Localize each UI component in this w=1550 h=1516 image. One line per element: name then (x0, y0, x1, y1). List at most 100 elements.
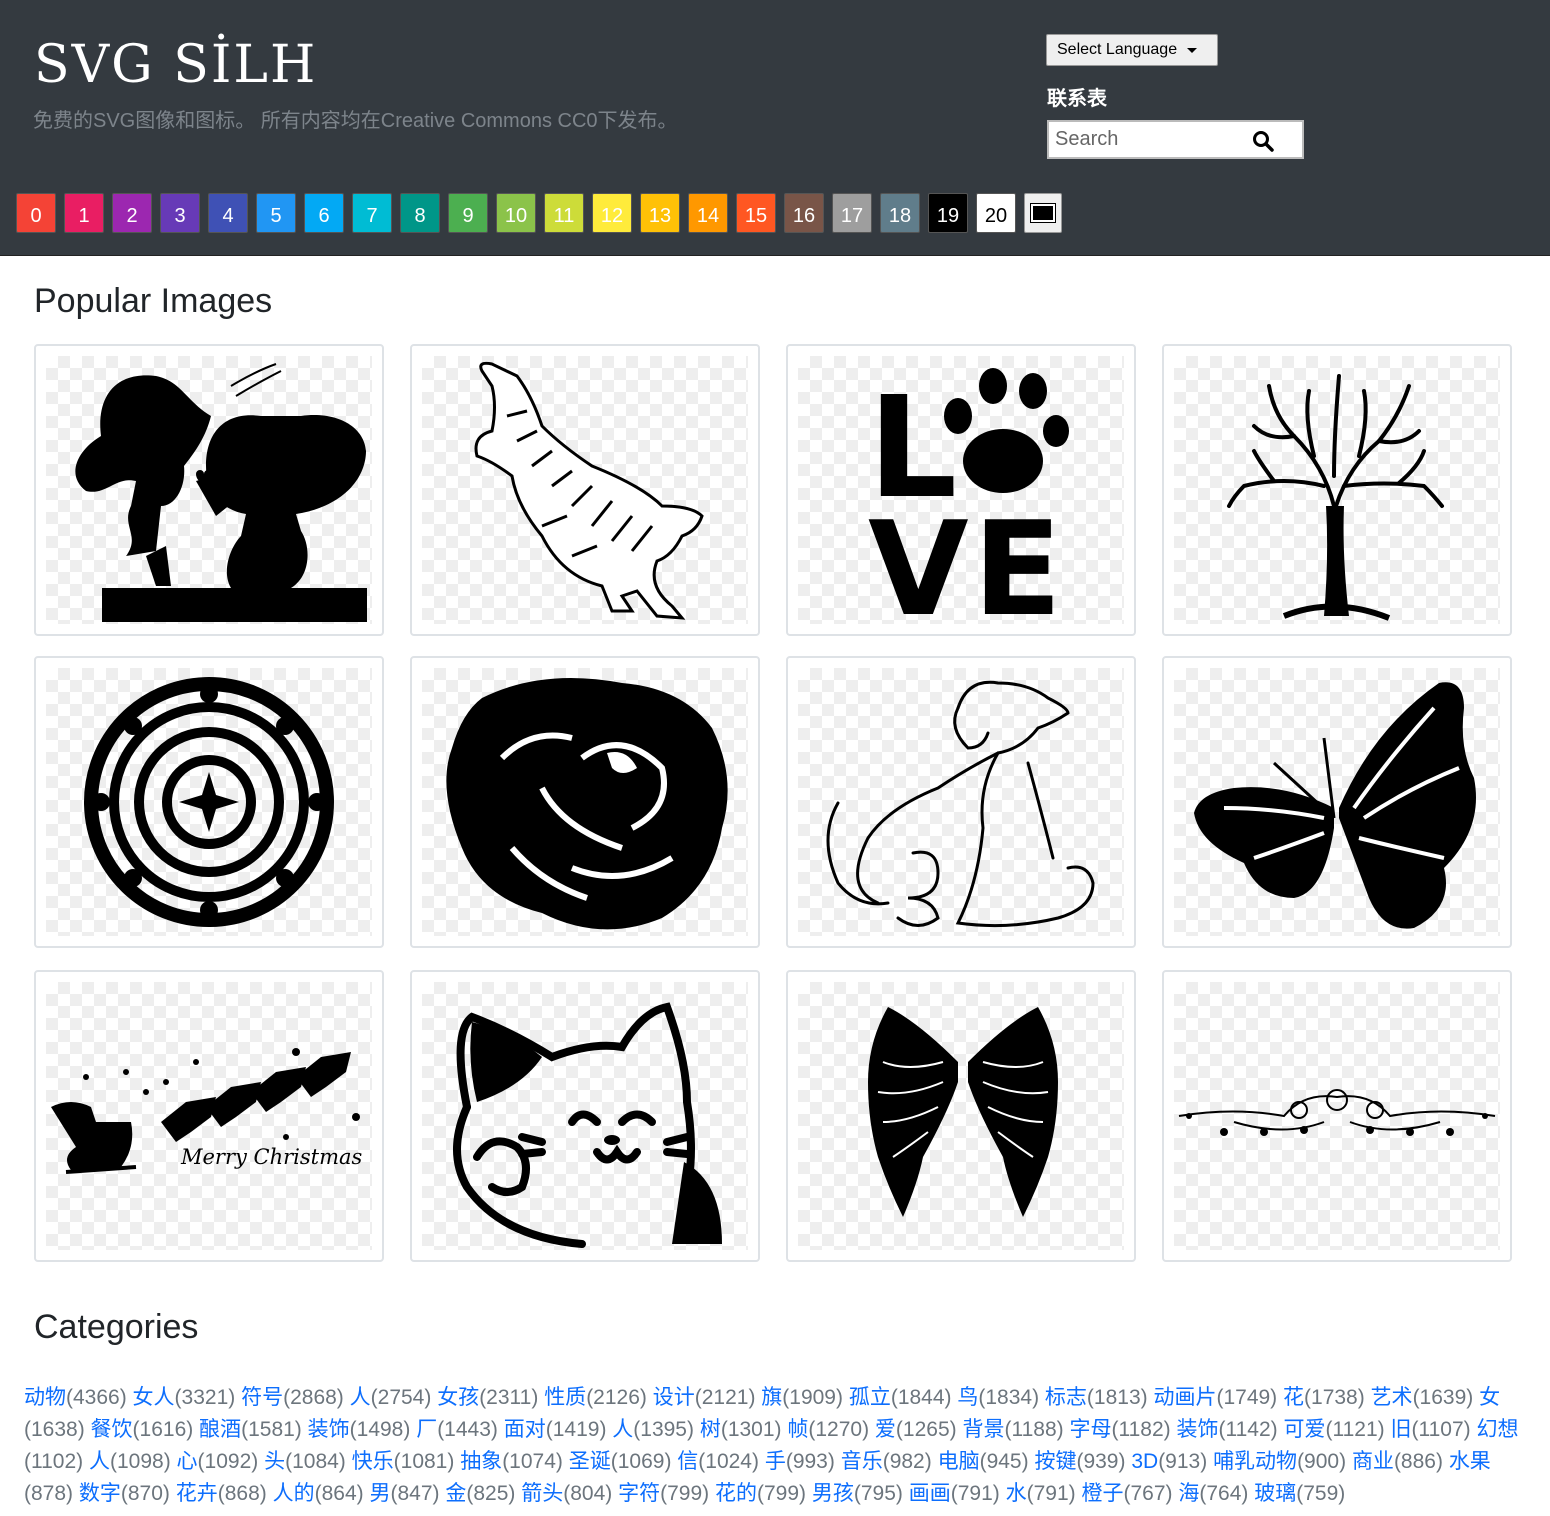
category-link[interactable]: 心 (177, 1450, 198, 1473)
category-link[interactable]: 按键 (1034, 1450, 1076, 1473)
category-link[interactable]: 符号 (241, 1386, 283, 1409)
category-link[interactable]: 男孩 (812, 1482, 854, 1505)
category-link[interactable]: 水 (1006, 1482, 1027, 1505)
category-link[interactable]: 人 (612, 1418, 633, 1441)
category-link[interactable]: 电脑 (938, 1450, 980, 1473)
category-link[interactable]: 字符 (618, 1482, 660, 1505)
image-card-couple[interactable] (34, 344, 384, 636)
color-swatch-3[interactable]: 3 (160, 193, 200, 233)
language-select[interactable]: Select Language (1046, 34, 1218, 66)
color-swatch-15[interactable]: 15 (736, 193, 776, 233)
category-link[interactable]: 橙子 (1082, 1482, 1124, 1505)
category-link[interactable]: 面对 (504, 1418, 546, 1441)
category-link[interactable]: 装饰 (1176, 1418, 1218, 1441)
image-card-angel-wings[interactable] (786, 970, 1136, 1262)
category-link[interactable]: 人 (89, 1450, 110, 1473)
color-swatch-12[interactable]: 12 (592, 193, 632, 233)
search-input[interactable] (1053, 127, 1247, 152)
category-link[interactable]: 艺术 (1371, 1386, 1413, 1409)
category-link[interactable]: 箭头 (521, 1482, 563, 1505)
invert-color-button[interactable] (1024, 193, 1062, 233)
category-link[interactable]: 旗 (761, 1386, 782, 1409)
contact-link[interactable]: 联系表 (1047, 82, 1107, 111)
category-link[interactable]: 帧 (787, 1418, 808, 1441)
color-swatch-18[interactable]: 18 (880, 193, 920, 233)
image-card-butterfly[interactable] (1162, 656, 1512, 948)
category-link[interactable]: 标志 (1045, 1386, 1087, 1409)
image-card-love-paw[interactable]: L V E (786, 344, 1136, 636)
category-link[interactable]: 圣诞 (569, 1450, 611, 1473)
color-swatch-6[interactable]: 6 (304, 193, 344, 233)
image-card-mandala[interactable] (34, 656, 384, 948)
category-link[interactable]: 哺乳动物 (1213, 1450, 1297, 1473)
category-link[interactable]: 鸟 (957, 1386, 978, 1409)
color-swatch-7[interactable]: 7 (352, 193, 392, 233)
category-link[interactable]: 男 (370, 1482, 391, 1505)
search-icon[interactable] (1252, 130, 1274, 157)
category-link[interactable]: 动画片 (1153, 1386, 1216, 1409)
category-link[interactable]: 音乐 (841, 1450, 883, 1473)
color-swatch-13[interactable]: 13 (640, 193, 680, 233)
color-swatch-10[interactable]: 10 (496, 193, 536, 233)
category-link[interactable]: 动物 (24, 1386, 66, 1409)
color-swatch-11[interactable]: 11 (544, 193, 584, 233)
image-card-santa-sleigh[interactable]: Merry Christmas (34, 970, 384, 1262)
category-link[interactable]: 酿酒 (199, 1418, 241, 1441)
category-link[interactable]: 背景 (962, 1418, 1004, 1441)
category-link[interactable]: 水果 (1449, 1450, 1491, 1473)
category-link[interactable]: 3D (1131, 1450, 1158, 1473)
category-link[interactable]: 幻想 (1476, 1418, 1518, 1441)
category-link[interactable]: 设计 (653, 1386, 695, 1409)
category-link[interactable]: 孤立 (849, 1386, 891, 1409)
category-link[interactable]: 厂 (416, 1418, 437, 1441)
color-swatch-8[interactable]: 8 (400, 193, 440, 233)
image-card-lucky-cat[interactable] (410, 970, 760, 1262)
category-link[interactable]: 花的 (715, 1482, 757, 1505)
category-link[interactable]: 性质 (544, 1386, 586, 1409)
color-swatch-14[interactable]: 14 (688, 193, 728, 233)
category-link[interactable]: 数字 (79, 1482, 121, 1505)
category-link[interactable]: 字母 (1069, 1418, 1111, 1441)
category-link[interactable]: 餐饮 (91, 1418, 133, 1441)
category-link[interactable]: 树 (700, 1418, 721, 1441)
image-card-floral-divider[interactable] (1162, 970, 1512, 1262)
color-swatch-1[interactable]: 1 (64, 193, 104, 233)
color-swatch-9[interactable]: 9 (448, 193, 488, 233)
category-item: 抽象(1074) (460, 1450, 563, 1473)
category-link[interactable]: 可爱 (1283, 1418, 1325, 1441)
color-swatch-20[interactable]: 20 (976, 193, 1016, 233)
category-link[interactable]: 人的 (273, 1482, 315, 1505)
category-link[interactable]: 头 (264, 1450, 285, 1473)
category-link[interactable]: 信 (677, 1450, 698, 1473)
category-link[interactable]: 快乐 (352, 1450, 394, 1473)
category-link[interactable]: 旧 (1390, 1418, 1411, 1441)
image-card-tiger[interactable] (410, 344, 760, 636)
color-swatch-16[interactable]: 16 (784, 193, 824, 233)
category-link[interactable]: 装饰 (308, 1418, 350, 1441)
category-link[interactable]: 爱 (875, 1418, 896, 1441)
category-link[interactable]: 女孩 (437, 1386, 479, 1409)
category-link[interactable]: 玻璃 (1254, 1482, 1296, 1505)
color-swatch-0[interactable]: 0 (16, 193, 56, 233)
image-card-rose[interactable] (410, 656, 760, 948)
category-item: 艺术(1639) (1371, 1386, 1474, 1409)
color-swatch-19[interactable]: 19 (928, 193, 968, 233)
color-swatch-5[interactable]: 5 (256, 193, 296, 233)
color-swatch-17[interactable]: 17 (832, 193, 872, 233)
image-card-tree[interactable] (1162, 344, 1512, 636)
category-link[interactable]: 女 (1479, 1386, 1500, 1409)
category-link[interactable]: 海 (1178, 1482, 1199, 1505)
color-swatch-2[interactable]: 2 (112, 193, 152, 233)
site-logo[interactable]: SVG SİLH (34, 30, 317, 100)
category-link[interactable]: 抽象 (460, 1450, 502, 1473)
image-card-dog[interactable] (786, 656, 1136, 948)
category-link[interactable]: 花 (1283, 1386, 1304, 1409)
category-link[interactable]: 人 (350, 1386, 371, 1409)
category-link[interactable]: 商业 (1352, 1450, 1394, 1473)
category-link[interactable]: 女人 (133, 1386, 175, 1409)
category-link[interactable]: 画画 (909, 1482, 951, 1505)
color-swatch-4[interactable]: 4 (208, 193, 248, 233)
category-link[interactable]: 手 (765, 1450, 786, 1473)
category-link[interactable]: 花卉 (176, 1482, 218, 1505)
category-link[interactable]: 金 (445, 1482, 466, 1505)
